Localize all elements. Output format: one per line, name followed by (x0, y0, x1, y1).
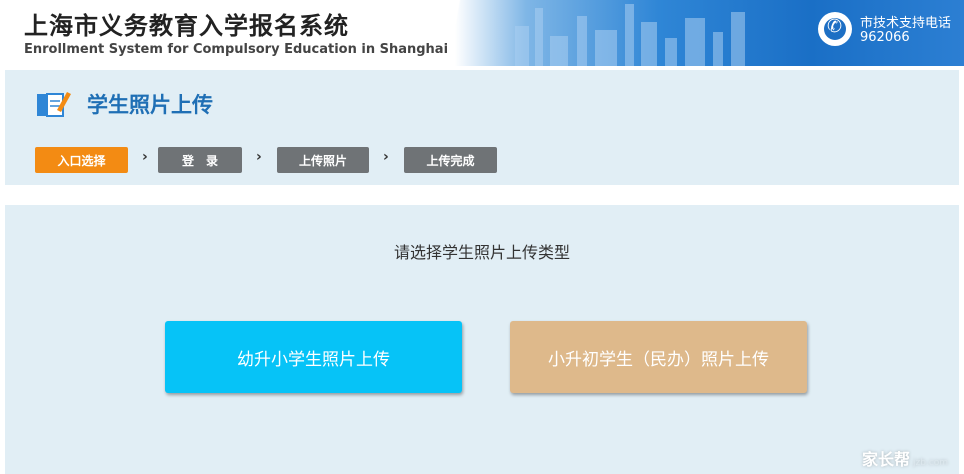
primary-to-junior-private-upload-button[interactable]: 小升初学生（民办）照片上传 (510, 321, 807, 393)
watermark-brand: 家长帮 (862, 450, 911, 469)
edit-book-icon (37, 92, 71, 117)
step-label: 登 录 (181, 153, 218, 168)
watermark-domain: jzb.com (913, 458, 949, 468)
step-upload-complete: 上传完成 (404, 147, 497, 173)
step-upload-photo: 上传照片 (277, 147, 369, 173)
site-title: 上海市义务教育入学报名系统 (24, 12, 349, 40)
support-phone-number: 962066 (860, 30, 910, 45)
site-header: 上海市义务教育入学报名系统 Enrollment System for Comp… (0, 0, 964, 66)
kindergarten-to-primary-upload-button[interactable]: 幼升小学生照片上传 (165, 321, 462, 393)
upload-type-prompt: 请选择学生照片上传类型 (393, 243, 570, 262)
progress-panel: 学生照片上传 入口选择 › 登 录 › 上传照片 › 上传完成 (5, 70, 959, 185)
page-title: 学生照片上传 (87, 93, 213, 117)
phone-icon (818, 12, 852, 46)
chevron-right-icon: › (142, 149, 148, 165)
chevron-right-icon: › (256, 149, 262, 165)
upload-type-panel: 请选择学生照片上传类型 幼升小学生照片上传 小升初学生（民办）照片上传 (5, 205, 959, 474)
step-entry-selection: 入口选择 (35, 147, 128, 173)
site-subtitle-en: Enrollment System for Compulsory Educati… (24, 42, 449, 57)
step-label: 上传完成 (426, 153, 475, 168)
chevron-right-icon: › (383, 149, 389, 165)
watermark: 家长帮 jzb.com (862, 446, 948, 470)
step-label: 上传照片 (298, 153, 347, 168)
step-label: 入口选择 (57, 153, 106, 168)
step-login: 登 录 (158, 147, 242, 173)
support-phone-label: 市技术支持电话 (860, 16, 952, 31)
